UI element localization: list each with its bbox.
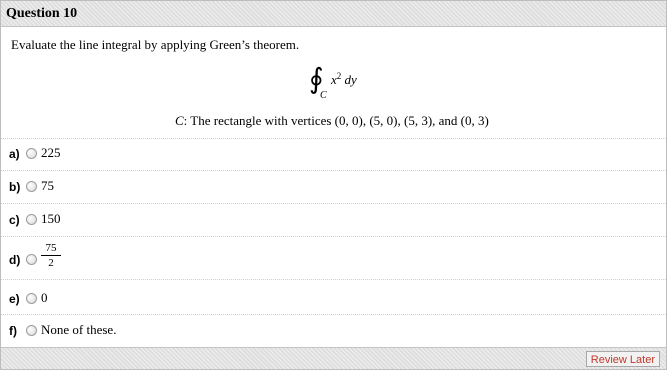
line-integral-expression: ∮ C x2 dy [309,65,389,105]
option-value: 0 [41,290,48,305]
integrand-differential: dy [341,72,357,87]
integral-subscript: C [320,90,327,101]
answer-option-f[interactable]: f) None of these. [1,317,666,345]
answer-option-d[interactable]: d) 75 2 [1,242,666,274]
curve-variable: C [175,113,184,128]
integrand: x2 dy [331,71,357,88]
question-header: Question 10 [1,1,666,27]
option-value: 150 [41,211,61,226]
fraction-numerator: 75 [41,242,61,256]
option-letter: a) [9,147,20,161]
option-letter: d) [9,253,21,267]
divider [1,138,666,139]
answer-option-a[interactable]: a) 225 [1,140,666,168]
question-prompt: Evaluate the line integral by applying G… [11,37,300,52]
radio-button[interactable] [26,148,37,159]
question-panel: Question 10 Evaluate the line integral b… [0,0,667,370]
review-later-button[interactable]: Review Later [585,351,660,367]
option-letter: f) [9,324,17,338]
divider [1,203,666,204]
answer-option-e[interactable]: e) 0 [1,285,666,313]
divider [1,279,666,280]
option-value: None of these. [41,322,117,337]
curve-description: C: The rectangle with vertices (0, 0), (… [175,113,489,129]
contour-integral-sign: ∮ [309,62,324,95]
option-value: 225 [41,145,61,160]
radio-button[interactable] [26,181,37,192]
option-fraction: 75 2 [41,242,61,269]
answer-option-c[interactable]: c) 150 [1,206,666,234]
question-body: Evaluate the line integral by applying G… [1,27,666,138]
question-title: Question 10 [6,6,78,21]
radio-button[interactable] [26,325,37,336]
divider [1,236,666,237]
option-letter: b) [9,180,21,194]
radio-button[interactable] [26,293,37,304]
fraction-denominator: 2 [48,257,54,269]
divider [1,314,666,315]
answer-option-b[interactable]: b) 75 [1,173,666,201]
radio-button[interactable] [26,214,37,225]
divider [1,170,666,171]
radio-button[interactable] [26,254,37,265]
question-footer: Review Later [1,347,666,369]
option-value: 75 [41,178,54,193]
option-letter: c) [9,213,20,227]
curve-text: : The rectangle with vertices (0, 0), (5… [183,113,489,128]
option-letter: e) [9,292,20,306]
